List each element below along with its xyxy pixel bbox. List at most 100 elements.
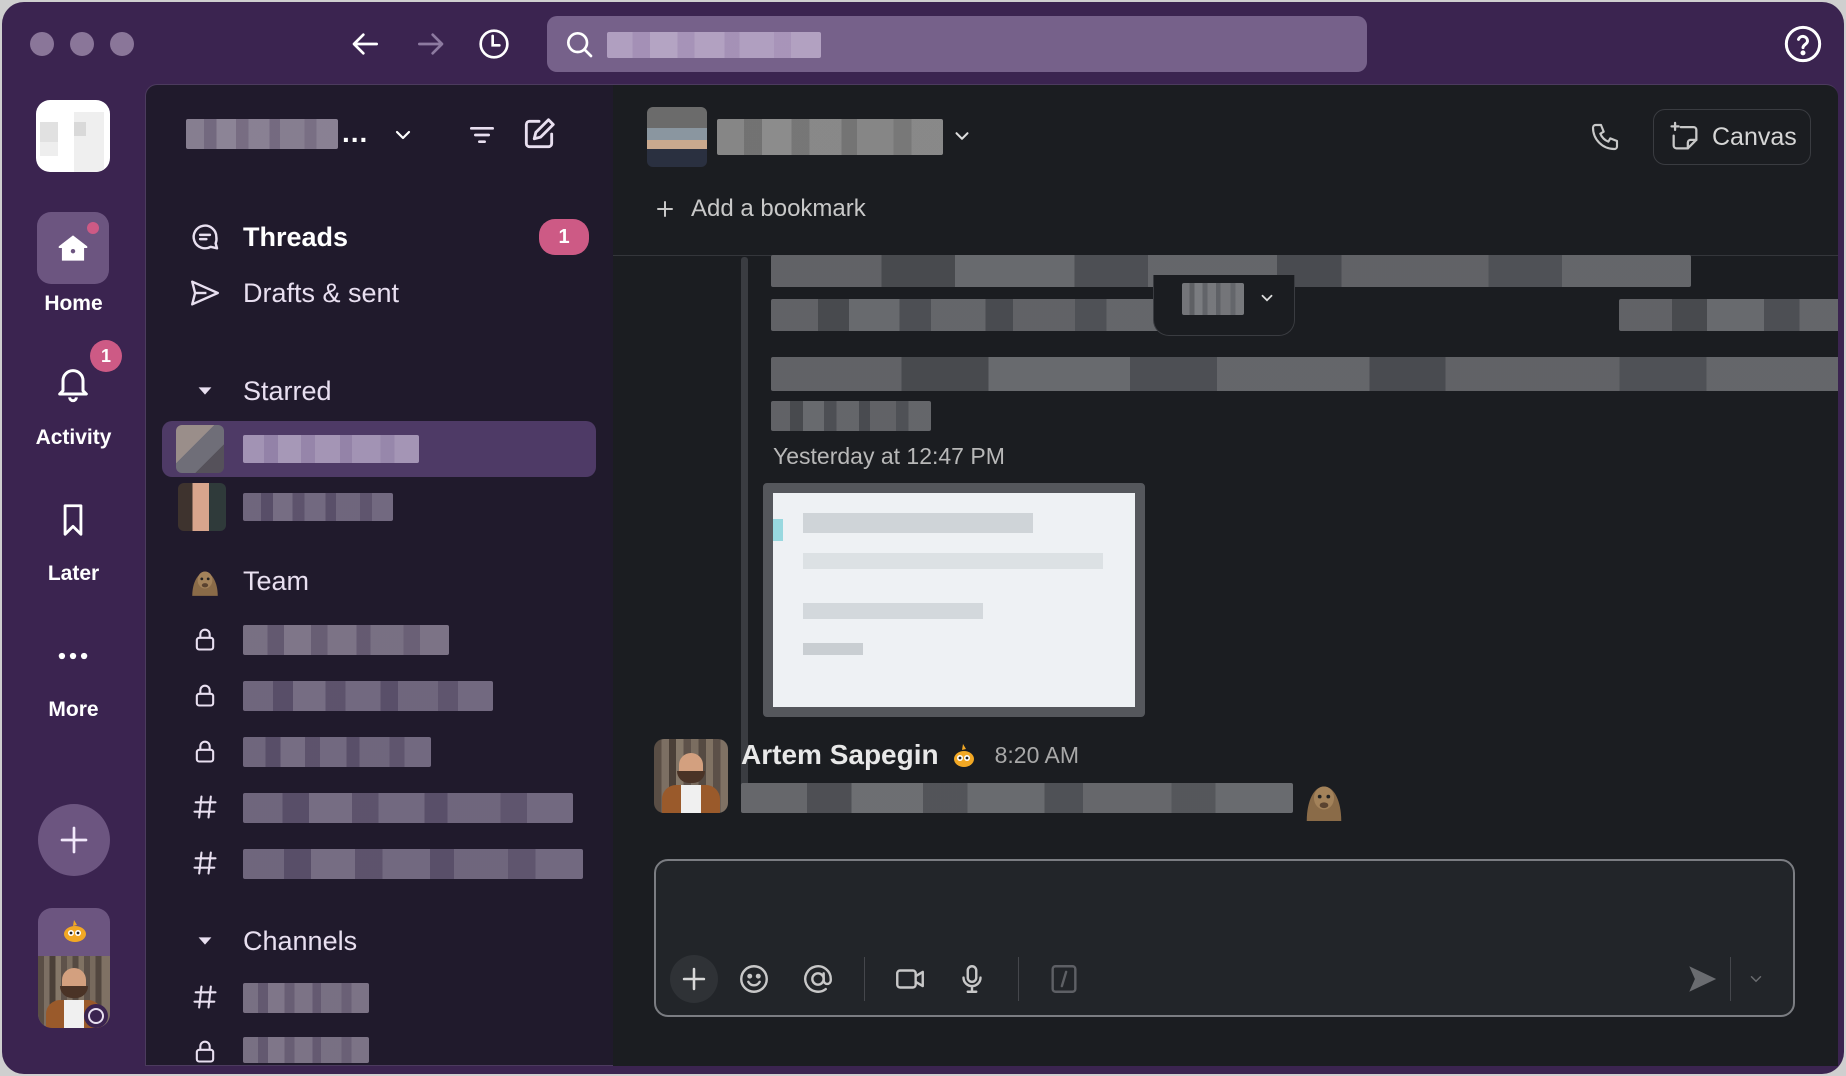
toolbar-divider — [864, 957, 865, 1001]
compose-icon — [524, 118, 555, 149]
rail-later-button[interactable] — [37, 484, 109, 556]
toolbar-divider — [1018, 957, 1019, 1001]
filter-icon — [470, 127, 494, 143]
message-timestamp: Yesterday at 12:47 PM — [773, 443, 1005, 469]
clock-icon — [479, 29, 509, 59]
team-label: Team — [243, 565, 310, 596]
sidebar-channel-public-3[interactable] — [146, 971, 613, 1023]
canvas-label: Canvas — [1712, 122, 1797, 151]
send-options-button[interactable] — [1740, 959, 1772, 999]
sidebar-item-drafts[interactable]: Drafts & sent — [146, 267, 613, 319]
message-text-redacted — [771, 401, 931, 431]
capybara-emoji-icon — [1301, 775, 1347, 821]
sidebar-channel-private-1[interactable] — [146, 613, 613, 665]
message-text-redacted — [741, 783, 1293, 813]
image-attachment[interactable] — [763, 483, 1145, 717]
presence-indicator — [84, 1004, 108, 1028]
section-channels-toggle[interactable]: Channels — [146, 915, 613, 967]
conversation-pane: Canvas Add a bookmark Yesterday at 12:47… — [613, 84, 1838, 1066]
sidebar-item-team[interactable]: Team — [146, 555, 613, 607]
message-header: Artem Sapegin 8:20 AM — [741, 735, 1079, 775]
section-starred-toggle[interactable]: Starred — [146, 365, 613, 417]
back-button[interactable] — [346, 24, 386, 64]
workspace-switcher[interactable]: ... — [186, 117, 416, 157]
more-icon — [58, 652, 88, 660]
starred-label: Starred — [243, 375, 332, 406]
caret-down-icon — [188, 374, 222, 408]
zoom-window-button[interactable] — [110, 32, 134, 56]
workspace-icon[interactable] — [36, 100, 110, 172]
video-icon — [896, 969, 924, 989]
call-button[interactable] — [1583, 115, 1627, 159]
smiley-icon — [740, 965, 768, 993]
capybara-emoji-icon — [188, 564, 222, 598]
help-icon — [1784, 25, 1822, 63]
home-icon — [58, 235, 88, 261]
lock-icon — [188, 622, 222, 656]
dm-name-redacted — [243, 493, 393, 521]
conversation-name-redacted — [717, 119, 943, 155]
avatar — [647, 107, 707, 167]
channel-sidebar: ... Threads 1 Drafts & sent Starred Team… — [145, 84, 613, 1066]
search-input[interactable] — [547, 16, 1367, 72]
avatar — [178, 483, 226, 531]
message-text-redacted — [771, 299, 1161, 331]
sidebar-dm-starred-1[interactable] — [162, 421, 596, 477]
message-input[interactable] — [672, 871, 1772, 941]
video-clip-button[interactable] — [890, 959, 930, 999]
send-icon — [1689, 966, 1717, 992]
emoji-button[interactable] — [734, 959, 774, 999]
sidebar-channel-public-1[interactable] — [146, 781, 613, 833]
lock-icon — [188, 734, 222, 768]
attach-button[interactable] — [670, 955, 718, 1003]
chevron-down-icon — [1750, 976, 1762, 983]
message-time[interactable]: 8:20 AM — [995, 742, 1079, 769]
message-author-avatar[interactable] — [654, 739, 728, 813]
reaction-redacted — [1182, 283, 1244, 315]
message-composer[interactable] — [654, 859, 1795, 1017]
user-profile-button[interactable] — [38, 908, 110, 1028]
sidebar-channel-private-3[interactable] — [146, 725, 613, 777]
help-button[interactable] — [1783, 24, 1823, 64]
channel-name-redacted — [243, 793, 573, 823]
arrow-right-icon — [418, 33, 444, 55]
message-author-name[interactable]: Artem Sapegin — [741, 739, 939, 771]
forward-button[interactable] — [410, 24, 450, 64]
send-button[interactable] — [1682, 959, 1722, 999]
canvas-button[interactable]: Canvas — [1653, 109, 1811, 165]
search-query-redacted — [607, 32, 821, 58]
channel-name-redacted — [243, 737, 431, 767]
add-workspace-button[interactable] — [38, 804, 110, 876]
sidebar-item-threads[interactable]: Threads 1 — [146, 211, 613, 263]
microphone-icon — [962, 965, 982, 993]
plus-icon — [657, 201, 673, 217]
audio-clip-button[interactable] — [952, 959, 992, 999]
threads-badge: 1 — [539, 219, 589, 255]
add-bookmark-button[interactable]: Add a bookmark — [653, 189, 866, 229]
mention-button[interactable] — [798, 959, 838, 999]
rail-more-button[interactable] — [37, 620, 109, 692]
channel-name-redacted — [243, 1037, 369, 1063]
status-emoji-icon — [60, 916, 90, 946]
shortcuts-button[interactable] — [1044, 959, 1084, 999]
sidebar-channel-public-2[interactable] — [146, 837, 613, 889]
history-button[interactable] — [474, 24, 514, 64]
conversation-title-button[interactable] — [647, 105, 977, 167]
message-text-redacted — [771, 357, 1838, 391]
channels-label: Channels — [243, 925, 358, 956]
conversation-header: Canvas Add a bookmark — [613, 85, 1838, 256]
message-reaction-pill[interactable] — [1153, 275, 1295, 336]
filter-button[interactable] — [462, 115, 502, 155]
slack-window: Home 1 Activity Later More ... Threads 1… — [2, 2, 1844, 1074]
chevron-down-icon — [395, 130, 411, 140]
minimize-window-button[interactable] — [70, 32, 94, 56]
channel-name-redacted — [243, 849, 583, 879]
arrow-left-icon — [352, 33, 378, 55]
slash-icon — [1051, 965, 1077, 993]
compose-button[interactable] — [516, 111, 562, 157]
close-window-button[interactable] — [30, 32, 54, 56]
rail-home-button[interactable] — [37, 212, 109, 284]
sidebar-channel-private-4[interactable] — [146, 1025, 613, 1065]
sidebar-dm-starred-2[interactable] — [146, 479, 613, 535]
sidebar-channel-private-2[interactable] — [146, 669, 613, 721]
